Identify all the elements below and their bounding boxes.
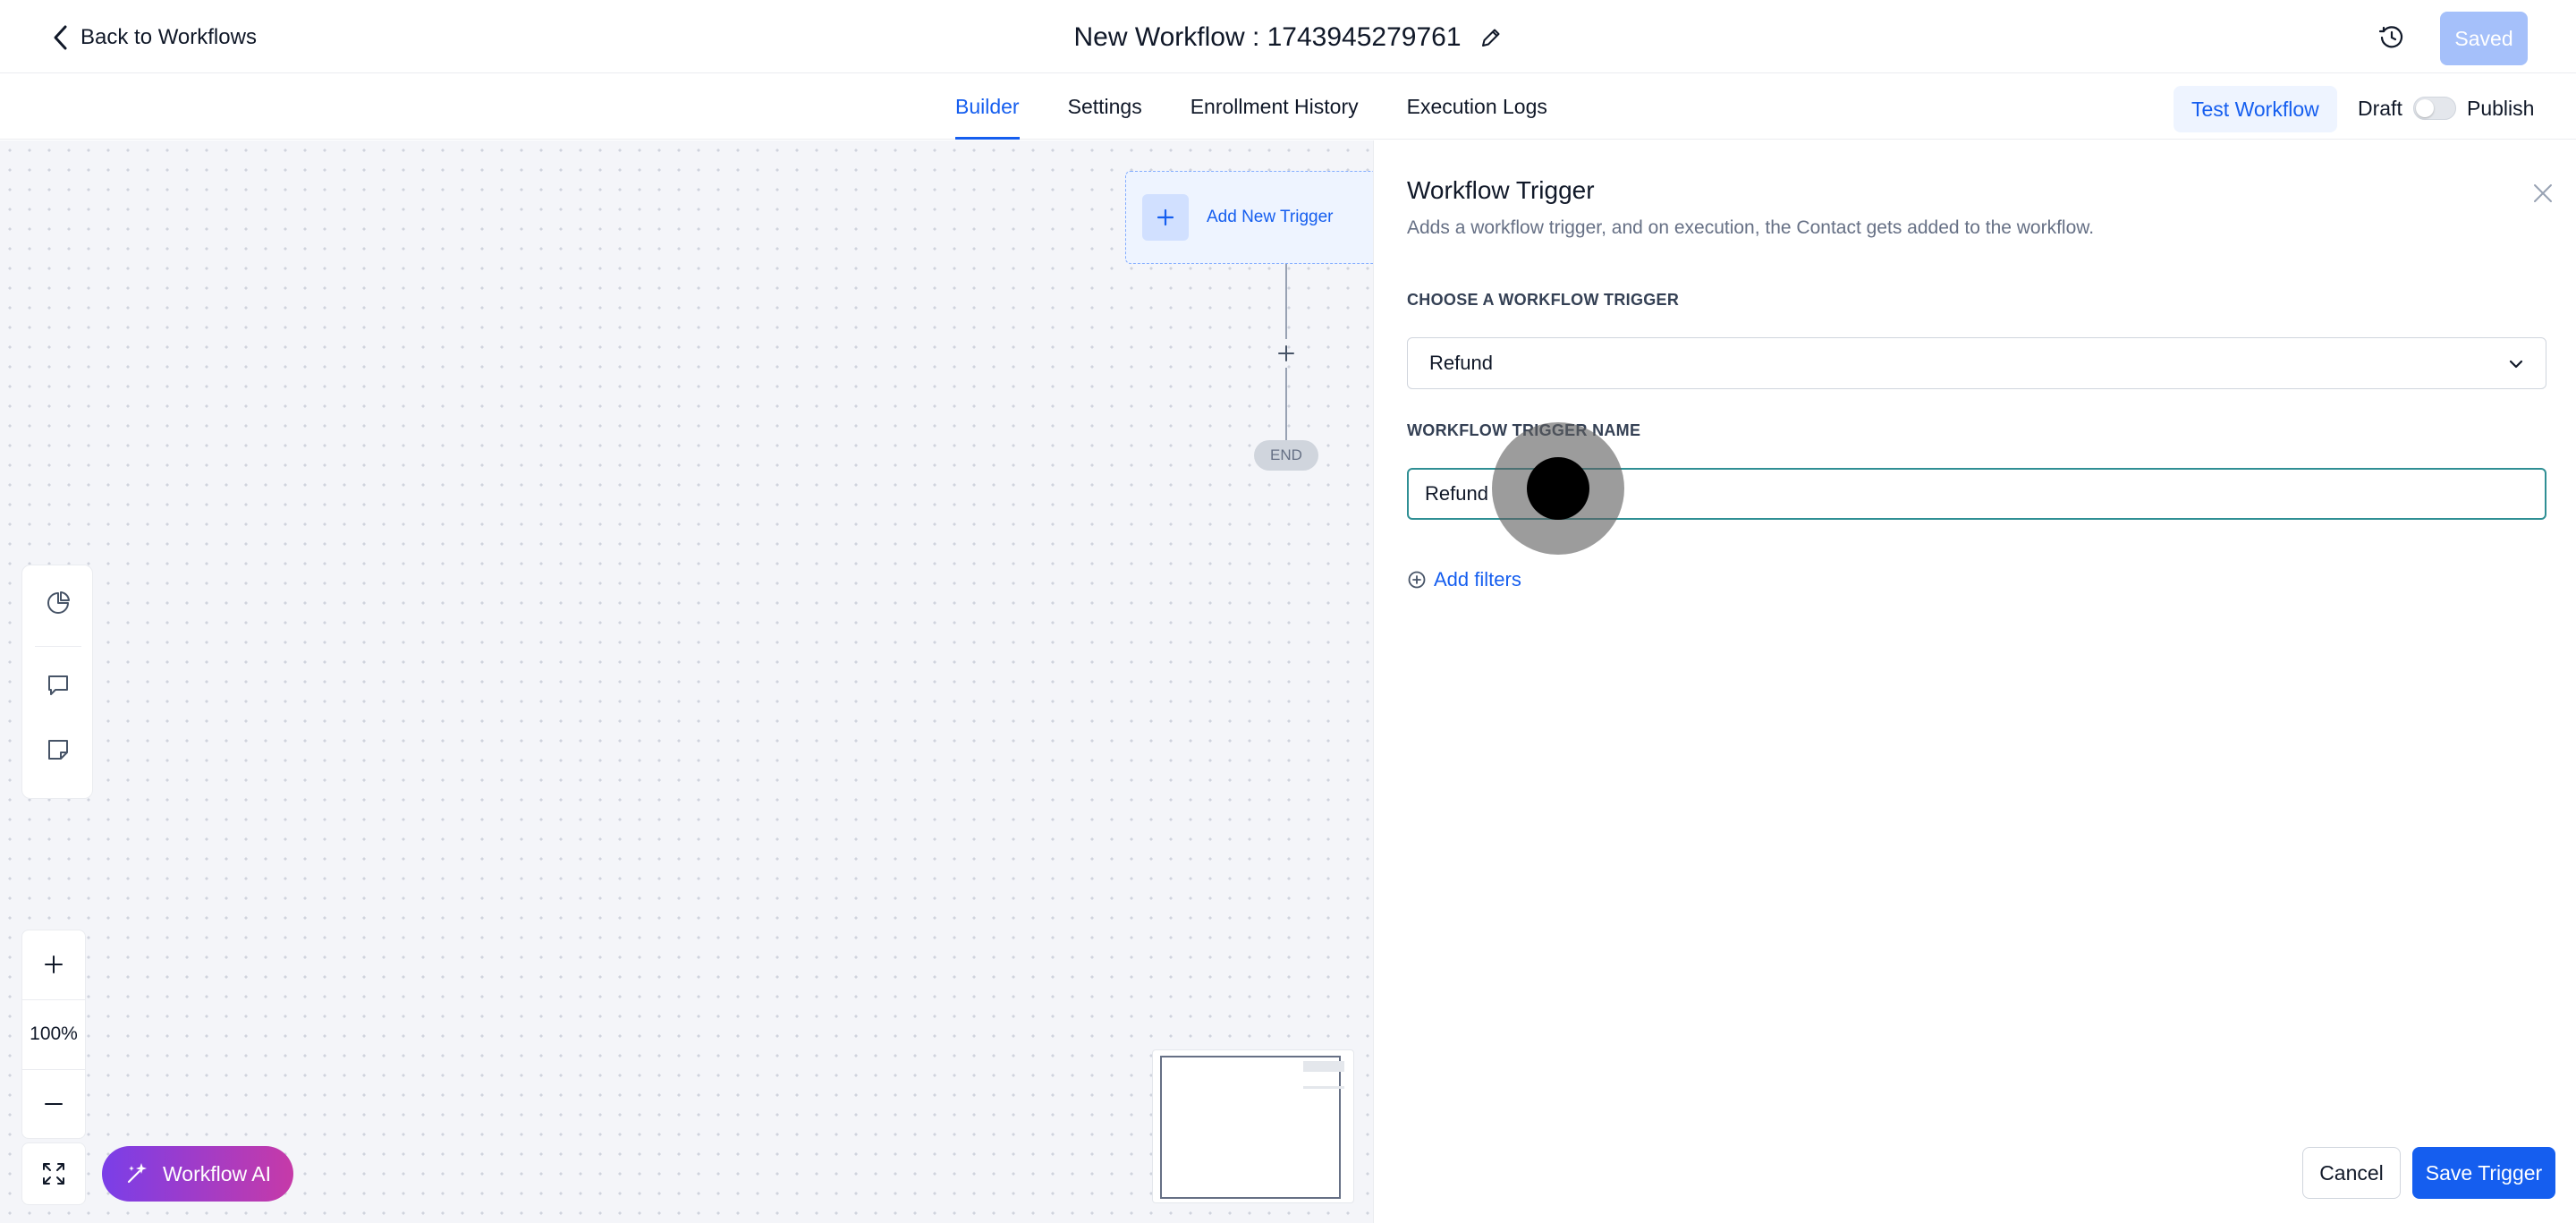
publish-toggle[interactable] bbox=[2413, 97, 2456, 120]
test-workflow-button[interactable]: Test Workflow bbox=[2174, 86, 2337, 132]
fit-view-button[interactable] bbox=[21, 1142, 86, 1205]
workflow-title-group: New Workflow : 1743945279761 bbox=[0, 18, 2576, 57]
plus-icon bbox=[1142, 194, 1189, 241]
draft-label: Draft bbox=[2358, 97, 2402, 120]
top-header: Back to Workflows New Workflow : 1743945… bbox=[0, 0, 2576, 73]
minimap-node bbox=[1303, 1061, 1344, 1072]
minimap[interactable] bbox=[1152, 1049, 1354, 1203]
add-new-trigger-card[interactable]: Add New Trigger bbox=[1125, 171, 1373, 264]
tab-bar: Builder Settings Enrollment History Exec… bbox=[0, 73, 2576, 140]
saved-button[interactable]: Saved bbox=[2440, 12, 2528, 65]
trigger-type-select[interactable]: Refund bbox=[1407, 337, 2546, 389]
zoom-in-button[interactable] bbox=[22, 930, 85, 998]
sticky-note-icon[interactable] bbox=[44, 735, 72, 764]
add-filters-button[interactable]: Add filters bbox=[1407, 568, 1521, 591]
zoom-level: 100% bbox=[30, 1023, 78, 1044]
zoom-out-button[interactable] bbox=[22, 1070, 85, 1138]
tab-builder[interactable]: Builder bbox=[955, 73, 1020, 140]
connector-line bbox=[1285, 264, 1287, 339]
workflow-trigger-panel: Workflow Trigger Adds a workflow trigger… bbox=[1373, 140, 2576, 1223]
minimap-node bbox=[1303, 1086, 1344, 1089]
selected-trigger-value: Refund bbox=[1429, 352, 1493, 374]
workflow-ai-label: Workflow AI bbox=[163, 1161, 271, 1185]
chart-pie-icon[interactable] bbox=[44, 589, 72, 617]
toolbox-divider bbox=[35, 646, 81, 647]
tab-enrollment-history[interactable]: Enrollment History bbox=[1191, 73, 1359, 140]
publish-label: Publish bbox=[2467, 97, 2535, 120]
comment-icon[interactable] bbox=[44, 671, 72, 700]
plus-circle-icon bbox=[1407, 570, 1427, 590]
cursor-dot bbox=[1527, 457, 1589, 520]
zoom-controls: 100% bbox=[21, 930, 86, 1139]
tab-settings[interactable]: Settings bbox=[1068, 73, 1142, 140]
toggle-knob bbox=[2416, 99, 2434, 117]
close-panel-button[interactable] bbox=[2529, 180, 2556, 207]
add-action-button[interactable] bbox=[1272, 339, 1301, 368]
choose-trigger-label: CHOOSE A WORKFLOW TRIGGER bbox=[1407, 291, 1680, 309]
add-filters-label: Add filters bbox=[1434, 568, 1521, 590]
tab-execution-logs[interactable]: Execution Logs bbox=[1407, 73, 1547, 140]
close-icon bbox=[2531, 182, 2555, 205]
panel-title: Workflow Trigger bbox=[1407, 176, 1595, 204]
expand-icon bbox=[40, 1160, 67, 1187]
canvas-toolbox bbox=[21, 565, 93, 799]
panel-description: Adds a workflow trigger, and on executio… bbox=[1407, 217, 2095, 238]
end-node: END bbox=[1254, 440, 1318, 471]
workflow-ai-button[interactable]: Workflow AI bbox=[102, 1146, 293, 1202]
save-trigger-button[interactable]: Save Trigger bbox=[2412, 1147, 2555, 1199]
version-history-button[interactable] bbox=[2374, 20, 2410, 55]
pencil-icon[interactable] bbox=[1479, 26, 1503, 49]
minus-icon bbox=[43, 1093, 64, 1115]
sparkles-icon bbox=[123, 1160, 150, 1187]
workflow-title: New Workflow : 1743945279761 bbox=[1073, 22, 1462, 52]
plus-icon bbox=[43, 954, 64, 975]
tabs: Builder Settings Enrollment History Exec… bbox=[955, 73, 1547, 140]
connector-line bbox=[1285, 368, 1287, 440]
add-new-trigger-label: Add New Trigger bbox=[1207, 208, 1334, 226]
minimap-viewport[interactable] bbox=[1160, 1056, 1341, 1199]
chevron-down-icon bbox=[2506, 354, 2526, 374]
clock-history-icon bbox=[2378, 24, 2405, 51]
cancel-button[interactable]: Cancel bbox=[2302, 1147, 2401, 1199]
workflow-canvas[interactable]: Add New Trigger END 100% Workflow AI bbox=[0, 140, 1373, 1223]
